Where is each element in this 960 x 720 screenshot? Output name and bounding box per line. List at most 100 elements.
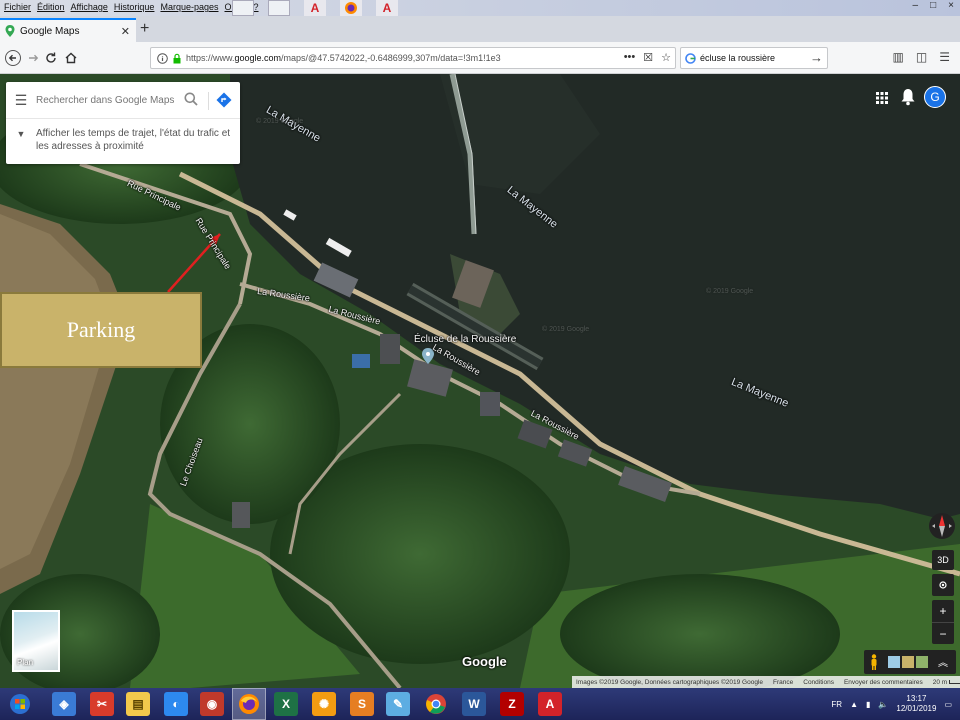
my-location-icon [939, 581, 947, 589]
forward-button[interactable] [24, 49, 42, 67]
taskbar-excel-icon[interactable]: X [274, 692, 298, 716]
satellite-map[interactable]: La Mayenne La Mayenne La Mayenne © 2019 … [0, 74, 960, 688]
terms-link[interactable]: Conditions [803, 679, 834, 686]
search-icon[interactable] [184, 92, 198, 106]
place-label[interactable]: Écluse de la Roussière [414, 334, 516, 345]
scale-indicator[interactable]: 20 m [933, 679, 960, 686]
taskbar-file-explorer-icon[interactable]: ▤ [126, 692, 150, 716]
windows-logo-icon [10, 694, 30, 714]
taskbar-word-icon[interactable]: W [462, 692, 486, 716]
google-apps-icon[interactable] [876, 92, 888, 104]
taskbar-firefox-icon[interactable] [237, 692, 261, 716]
map-watermark: © 2019 Google [706, 288, 754, 295]
map-attribution: Images ©2019 Google, Données cartographi… [572, 676, 960, 688]
taskbar-app-notes-icon[interactable]: ✎ [386, 692, 410, 716]
layer-terrain-thumbnail[interactable] [916, 656, 928, 668]
maps-search-panel: ☰ ▼ Afficher les temps de trajet, l'état… [6, 82, 240, 164]
taskbar-filezilla-icon[interactable]: Z [500, 692, 524, 716]
adobe-thumbnail[interactable]: A [376, 0, 398, 16]
layer-transit-thumbnail[interactable] [888, 656, 900, 668]
pegman-icon[interactable] [870, 654, 878, 670]
menu-historique[interactable]: Historique [114, 2, 155, 12]
menu-edition[interactable]: Édition [37, 2, 65, 12]
satellite-imagery [0, 74, 960, 688]
taskbar-app-tool-icon[interactable]: ✂ [90, 692, 114, 716]
info-icon[interactable] [157, 52, 168, 64]
clock[interactable]: 13:17 12/01/2019 [896, 694, 936, 714]
reload-button[interactable] [42, 49, 60, 67]
google-search-engine-icon [685, 52, 696, 64]
map-watermark: © 2019 Google [542, 326, 590, 333]
taskbar-acrobat-icon[interactable]: A [538, 692, 562, 716]
imagery-credits: Images ©2019 Google, Données cartographi… [576, 678, 764, 686]
firefox-thumbnail[interactable] [340, 0, 362, 16]
close-tab-icon[interactable]: ✕ [121, 25, 130, 38]
input-language[interactable]: FR [831, 700, 842, 709]
taskbar-app-s-icon[interactable]: S [350, 692, 374, 716]
taskbar-chrome-icon[interactable] [424, 692, 448, 716]
start-button[interactable] [8, 692, 32, 716]
reload-icon [46, 52, 56, 63]
maximize-button[interactable]: □ [930, 0, 936, 11]
taskbar-app-shield-icon[interactable]: ◈ [52, 692, 76, 716]
compass-icon[interactable] [928, 512, 956, 540]
parking-annotation: Parking [0, 292, 202, 368]
minimize-button[interactable]: – [913, 0, 919, 11]
pocket-icon[interactable]: ☒ [643, 51, 653, 64]
menu-fichier[interactable]: Fichier [4, 2, 31, 12]
layer-traffic-thumbnail[interactable] [902, 656, 914, 668]
title-bar-thumbnails: A A [232, 0, 398, 16]
toggle-3d-button[interactable]: 3D [932, 550, 954, 570]
plan-label: Plan [17, 658, 34, 667]
country-link[interactable]: France [773, 679, 793, 686]
account-avatar[interactable]: G [924, 86, 946, 108]
window-controls: – □ × [913, 0, 954, 11]
system-tray: FR ▲ ▮ 🔈 13:17 12/01/2019 ▭ [831, 694, 952, 714]
chrome-icon [426, 694, 446, 714]
feedback-link[interactable]: Envoyer des commentaires [844, 679, 923, 686]
map-layer-plan-toggle[interactable]: Plan [12, 610, 60, 672]
back-arrow-icon [5, 50, 21, 66]
menu-marque-pages[interactable]: Marque-pages [160, 2, 218, 12]
bookmark-star-icon[interactable]: ☆ [661, 51, 671, 64]
maps-menu-icon[interactable]: ☰ [6, 92, 36, 109]
tab-google-maps[interactable]: Google Maps ✕ [0, 18, 136, 42]
taskbar-app-chat-icon[interactable]: ◐ [164, 692, 188, 716]
network-icon[interactable]: ▮ [866, 700, 870, 709]
volume-icon[interactable]: 🔈 [878, 700, 888, 709]
zoom-in-button[interactable]: + [932, 600, 954, 622]
close-window-button[interactable]: × [948, 0, 954, 11]
library-icon[interactable]: ▥ [893, 50, 904, 64]
notifications-bell-icon[interactable] [900, 88, 916, 106]
home-button[interactable] [62, 49, 80, 67]
search-go-arrow-icon[interactable]: → [810, 50, 823, 65]
taskbar-app-sun-icon[interactable]: ✺ [312, 692, 336, 716]
page-actions-icon[interactable]: ••• [624, 51, 636, 64]
menu-affichage[interactable]: Affichage [71, 2, 108, 12]
maps-search-input[interactable] [36, 94, 176, 106]
toolbar-right: ▥ ◫ ☰ [893, 50, 950, 64]
chevron-down-icon[interactable]: ▼ [6, 119, 36, 164]
sidebar-icon[interactable]: ◫ [916, 50, 927, 64]
zoom-out-button[interactable]: − [932, 622, 954, 644]
taskbar-app-picture-icon[interactable]: ◉ [200, 692, 224, 716]
my-location-button[interactable] [932, 574, 954, 596]
new-tab-button[interactable]: + [140, 20, 149, 38]
adobe-thumbnail[interactable]: A [304, 0, 326, 16]
tray-expand-icon[interactable]: ▲ [850, 700, 858, 709]
document-thumbnail[interactable] [268, 0, 290, 16]
tab-title: Google Maps [20, 25, 80, 37]
url-bar[interactable]: https://www.google.com/maps/@47.5742022,… [150, 47, 676, 69]
back-button[interactable] [4, 49, 22, 67]
firefox-icon [239, 694, 259, 714]
tab-bar: Google Maps ✕ + [0, 16, 960, 42]
directions-icon[interactable] [216, 92, 232, 108]
document-thumbnail[interactable] [232, 0, 254, 16]
hamburger-menu-icon[interactable]: ☰ [939, 50, 950, 64]
chevron-up-icon[interactable]: ︽ [938, 654, 948, 669]
nearby-hint[interactable]: ▼ Afficher les temps de trajet, l'état d… [6, 118, 240, 164]
nearby-hint-text: Afficher les temps de trajet, l'état du … [36, 128, 231, 152]
browser-search-input[interactable]: écluse la roussière [700, 53, 775, 63]
browser-search-bar[interactable]: écluse la roussière → [680, 47, 828, 69]
notifications-center-icon[interactable]: ▭ [944, 700, 952, 709]
